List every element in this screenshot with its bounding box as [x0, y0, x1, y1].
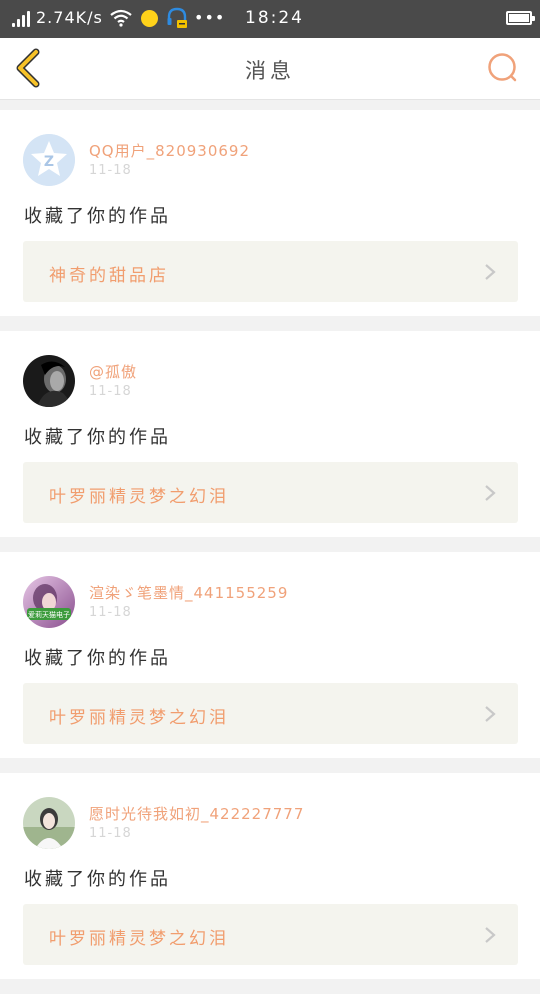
work-link[interactable]: 叶罗丽精灵梦之幻泪 [23, 904, 518, 965]
message-card: 爱莉天猫电子 渲染ゞ笔墨情_441155259 11-18 收藏了你的作品 叶罗… [0, 552, 540, 758]
work-link[interactable]: 神奇的甜品店 [23, 241, 518, 302]
message-date: 11-18 [89, 605, 132, 620]
chevron-right-icon [485, 264, 496, 280]
nav-bar: 消息 [0, 38, 540, 100]
message-card: Z QQ用户_820930692 11-18 收藏了你的作品 神奇的甜品店 [0, 110, 540, 316]
work-link[interactable]: 叶罗丽精灵梦之幻泪 [23, 462, 518, 523]
signal-icon [12, 11, 32, 27]
work-title: 叶罗丽精灵梦之幻泪 [49, 487, 229, 507]
avatar[interactable] [23, 797, 75, 849]
work-title: 叶罗丽精灵梦之幻泪 [49, 929, 229, 949]
work-title: 神奇的甜品店 [49, 266, 169, 286]
more-indicator: ••• [194, 8, 226, 27]
wifi-icon [110, 9, 132, 27]
message-card: @孤傲 11-18 收藏了你的作品 叶罗丽精灵梦之幻泪 [0, 331, 540, 537]
message-date: 11-18 [89, 826, 132, 841]
message-action: 收藏了你的作品 [24, 648, 171, 669]
chevron-right-icon [485, 706, 496, 722]
notification-dot-icon [141, 10, 158, 27]
work-title: 叶罗丽精灵梦之幻泪 [49, 708, 229, 728]
search-button[interactable] [484, 50, 522, 88]
status-bar: 2.74K/s ••• 18:24 [0, 0, 540, 38]
message-action: 收藏了你的作品 [24, 206, 171, 227]
avatar[interactable]: Z [23, 134, 75, 186]
svg-text:Z: Z [44, 154, 54, 170]
username[interactable]: 渲染ゞ笔墨情_441155259 [89, 582, 288, 603]
username[interactable]: 愿时光待我如初_422227777 [89, 803, 304, 824]
message-date: 11-18 [89, 163, 132, 178]
chevron-right-icon [485, 927, 496, 943]
purple-photo-avatar-icon: 爱莉天猫电子 [23, 576, 75, 628]
dark-portrait-avatar-icon [23, 355, 75, 407]
avatar[interactable] [23, 355, 75, 407]
green-photo-avatar-icon [23, 797, 75, 849]
search-icon [488, 53, 517, 82]
avatar[interactable]: 爱莉天猫电子 [23, 576, 75, 628]
message-action: 收藏了你的作品 [24, 869, 171, 890]
network-speed: 2.74K/s [36, 8, 103, 27]
qq-default-avatar-icon: Z [23, 134, 75, 186]
work-link[interactable]: 叶罗丽精灵梦之幻泪 [23, 683, 518, 744]
page-title: 消息 [245, 59, 295, 83]
username[interactable]: @孤傲 [89, 361, 137, 382]
message-date: 11-18 [89, 384, 132, 399]
message-list: Z QQ用户_820930692 11-18 收藏了你的作品 神奇的甜品店 @孤… [0, 110, 540, 994]
chevron-right-icon [485, 485, 496, 501]
message-action: 收藏了你的作品 [24, 427, 171, 448]
clock: 18:24 [245, 8, 304, 28]
message-card: 愿时光待我如初_422227777 11-18 收藏了你的作品 叶罗丽精灵梦之幻… [0, 773, 540, 979]
avatar-badge-text: 爱莉天猫电子 [28, 610, 70, 619]
headset-icon [167, 7, 187, 28]
battery-icon [506, 11, 535, 25]
username[interactable]: QQ用户_820930692 [89, 140, 250, 161]
